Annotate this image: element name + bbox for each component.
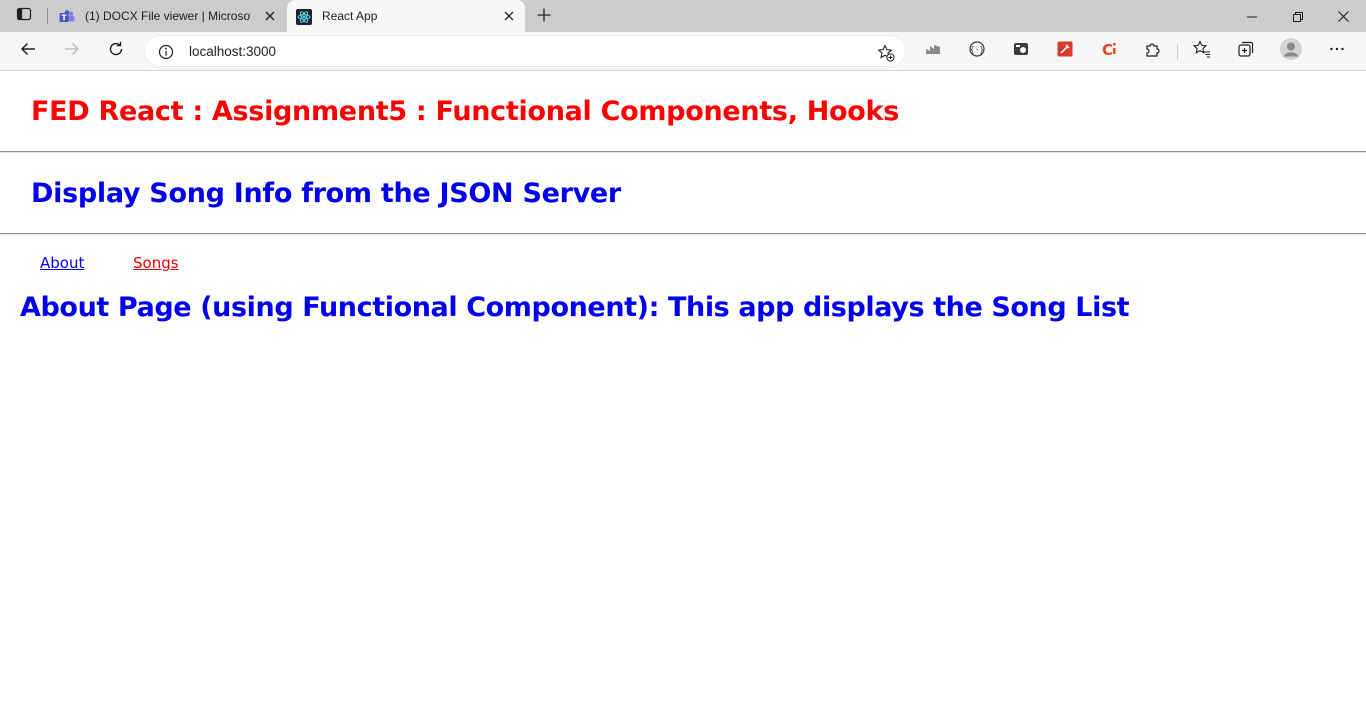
minimize-window-button[interactable] [1229,0,1275,32]
collections-button[interactable] [1231,36,1261,66]
site-info-icon[interactable] [157,43,175,61]
nav-link-about[interactable]: About [40,254,84,272]
url-text[interactable]: localhost:3000 [189,44,276,60]
forward-button[interactable] [57,36,87,66]
code-extension-icon: {·} [968,40,986,62]
restore-icon [1293,7,1303,26]
back-button[interactable] [13,36,43,66]
close-icon [1337,7,1349,26]
toolbar-divider [1177,44,1178,60]
page-content: FED React : Assignment5 : Functional Com… [0,71,1366,727]
svg-text:C: C [1102,41,1113,58]
nav-link-songs[interactable]: Songs [133,254,179,272]
tab-docx-viewer[interactable]: T (1) DOCX File viewer | Microsoft Teams [50,0,286,32]
tab-strip: T (1) DOCX File viewer | Microsoft Teams… [0,0,1366,32]
puzzle-icon [1144,40,1162,62]
minimize-icon [1247,7,1257,26]
restore-window-button[interactable] [1275,0,1321,32]
extension-button[interactable] [918,36,948,66]
favorites-icon [1192,40,1211,62]
about-heading: About Page (using Functional Component):… [20,292,1130,323]
svg-text:{·}: {·} [970,45,984,54]
extension-button[interactable] [1006,36,1036,66]
screenshot-icon [1012,40,1030,62]
address-bar[interactable]: localhost:3000 [144,35,906,67]
close-tab-icon[interactable] [501,8,517,24]
divider [0,233,1366,235]
page-subtitle: Display Song Info from the JSON Server [31,178,621,209]
extensions-button[interactable] [1138,36,1168,66]
plus-icon [537,7,551,26]
extension-button[interactable]: C [1094,36,1124,66]
add-favorite-icon[interactable] [875,42,897,64]
close-tab-icon[interactable] [262,8,278,24]
extension-button[interactable] [1050,36,1080,66]
tab-actions-menu-button[interactable] [8,4,40,28]
teams-icon: T [59,9,75,25]
tab-actions-icon [16,6,32,26]
divider [0,151,1366,153]
extension-button[interactable]: {·} [962,36,992,66]
new-tab-button[interactable] [530,4,558,28]
tab-title: React App [322,9,378,23]
react-icon [296,9,312,25]
arrow-left-icon [20,41,36,61]
browser-toolbar: localhost:3000 {·} C [0,32,1366,71]
color-picker-icon [1056,40,1074,62]
settings-menu-button[interactable] [1322,36,1352,66]
tab-react-app[interactable]: React App [287,0,525,32]
tab-title: (1) DOCX File viewer | Microsoft Teams [85,9,251,23]
page-title: FED React : Assignment5 : Functional Com… [31,96,899,127]
arrow-right-icon [64,41,80,61]
avatar [1279,37,1303,65]
c-extension-icon: C [1100,40,1118,62]
collections-icon [1237,40,1255,62]
reload-button[interactable] [101,36,131,66]
performance-icon [924,40,942,62]
svg-text:T: T [61,13,67,22]
close-window-button[interactable] [1320,0,1366,32]
profile-button[interactable] [1276,36,1306,66]
more-icon [1329,41,1345,61]
reload-icon [108,41,124,61]
tab-separator [47,8,48,24]
favorites-button[interactable] [1187,36,1217,66]
